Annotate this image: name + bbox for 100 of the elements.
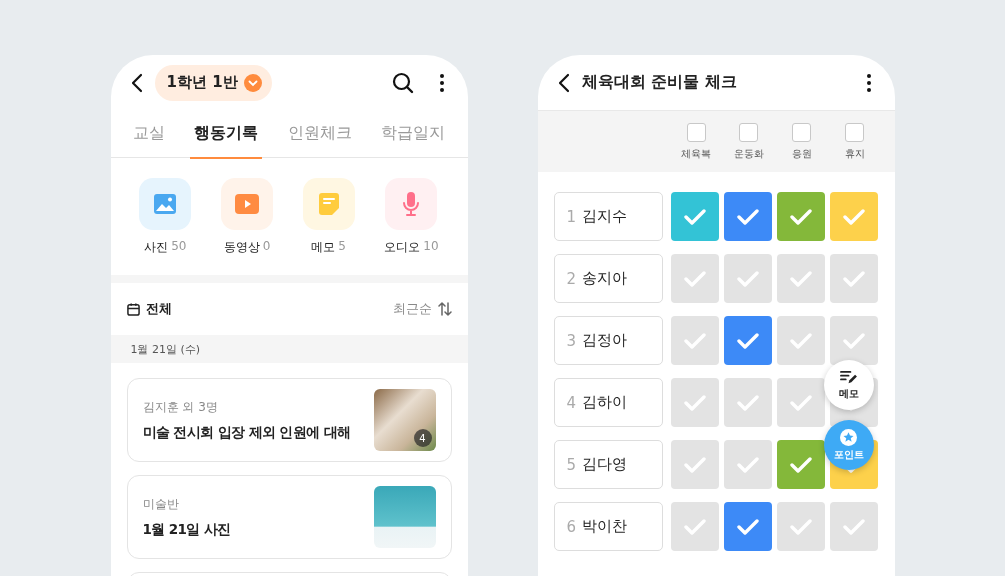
check-icon bbox=[736, 270, 759, 287]
more-icon[interactable] bbox=[439, 73, 444, 92]
check-cell[interactable] bbox=[829, 316, 878, 365]
media-tile[interactable] bbox=[221, 178, 273, 230]
student-name: 김정아 bbox=[582, 331, 628, 350]
column-label: 체육복 bbox=[681, 146, 712, 161]
student-number: 2 bbox=[566, 269, 577, 288]
check-icon bbox=[683, 518, 706, 535]
student-name: 김다영 bbox=[582, 455, 628, 474]
check-icon bbox=[789, 270, 812, 287]
check-cell[interactable] bbox=[723, 378, 772, 427]
check-cell[interactable] bbox=[776, 254, 825, 303]
check-icon bbox=[842, 208, 865, 225]
check-cell[interactable] bbox=[670, 254, 719, 303]
check-icon bbox=[789, 456, 812, 473]
check-cell[interactable] bbox=[829, 192, 878, 241]
check-icon bbox=[789, 208, 812, 225]
check-icon bbox=[736, 208, 759, 225]
class-selector[interactable]: 1학년 1반 bbox=[154, 64, 272, 101]
check-cell[interactable] bbox=[670, 378, 719, 427]
media-label: 오디오 bbox=[384, 239, 421, 256]
record-card[interactable]: 김지훈 외 3명 미술 전시회 입장 제외 인원에 대해 4 bbox=[126, 378, 452, 462]
media-count: 5 bbox=[338, 239, 346, 255]
check-icon bbox=[789, 394, 812, 411]
column-label: 응원 bbox=[791, 146, 812, 161]
check-cell[interactable] bbox=[776, 440, 825, 489]
check-cell[interactable] bbox=[776, 378, 825, 427]
student-number: 3 bbox=[566, 331, 577, 350]
student-number: 4 bbox=[566, 393, 577, 412]
check-icon bbox=[683, 456, 706, 473]
pencil-lines-icon bbox=[840, 369, 857, 385]
column-label: 운동화 bbox=[733, 146, 764, 161]
caret-icon bbox=[243, 73, 262, 92]
check-cell[interactable] bbox=[723, 502, 772, 551]
check-icon bbox=[789, 332, 812, 349]
photo-placeholder bbox=[373, 486, 436, 548]
back-icon[interactable] bbox=[130, 72, 143, 93]
search-icon[interactable] bbox=[391, 71, 414, 94]
microphone-icon bbox=[402, 192, 421, 216]
student-name-box[interactable]: 6 박이찬 bbox=[553, 502, 663, 551]
student-name: 송지아 bbox=[582, 269, 628, 288]
student-name-box[interactable]: 2 송지아 bbox=[553, 254, 663, 303]
more-icon[interactable] bbox=[866, 73, 871, 92]
check-cell[interactable] bbox=[776, 316, 825, 365]
column-checkbox[interactable] bbox=[686, 122, 706, 142]
check-icon bbox=[683, 270, 706, 287]
date-header: 1월 21일 (수) bbox=[130, 341, 201, 357]
check-cell[interactable] bbox=[670, 316, 719, 365]
student-number: 5 bbox=[566, 455, 577, 474]
check-cell[interactable] bbox=[670, 192, 719, 241]
back-icon[interactable] bbox=[557, 72, 570, 93]
check-icon bbox=[736, 518, 759, 535]
student-number: 6 bbox=[566, 517, 577, 536]
card-title: 미술 전시회 입장 제외 인원에 대해 bbox=[142, 423, 352, 442]
check-cell[interactable] bbox=[776, 502, 825, 551]
column-checkbox[interactable] bbox=[845, 122, 865, 142]
check-cell[interactable] bbox=[723, 440, 772, 489]
check-cell[interactable] bbox=[829, 502, 878, 551]
column-checkbox[interactable] bbox=[792, 122, 812, 142]
student-name: 김하이 bbox=[582, 393, 628, 412]
student-name-box[interactable]: 3 김정아 bbox=[553, 316, 663, 365]
media-tile[interactable] bbox=[139, 178, 192, 230]
filter-label[interactable]: 전체 bbox=[145, 300, 172, 318]
media-count: 0 bbox=[262, 239, 271, 255]
student-name: 김지수 bbox=[582, 207, 628, 226]
student-number: 1 bbox=[566, 207, 577, 226]
media-count: 50 bbox=[171, 239, 187, 255]
media-tile[interactable] bbox=[385, 178, 438, 230]
check-cell[interactable] bbox=[723, 254, 772, 303]
check-cell[interactable] bbox=[723, 192, 772, 241]
tab[interactable]: 행동기록 bbox=[190, 110, 263, 159]
check-cell[interactable] bbox=[829, 254, 878, 303]
check-icon bbox=[736, 332, 759, 349]
media-count: 10 bbox=[423, 239, 439, 255]
check-icon bbox=[683, 394, 706, 411]
image-icon bbox=[154, 194, 177, 214]
check-cell[interactable] bbox=[670, 502, 719, 551]
media-tile[interactable] bbox=[302, 178, 355, 230]
media-label: 동영상 bbox=[223, 239, 260, 256]
play-icon bbox=[235, 194, 259, 214]
check-cell[interactable] bbox=[776, 192, 825, 241]
student-name-box[interactable]: 5 김다영 bbox=[553, 440, 663, 489]
media-label: 사진 bbox=[144, 239, 169, 256]
check-icon bbox=[683, 208, 706, 225]
student-name-box[interactable]: 1 김지수 bbox=[553, 192, 663, 241]
screen-title: 체육대회 준비물 체크 bbox=[581, 72, 737, 93]
check-icon bbox=[683, 332, 706, 349]
sort-label[interactable]: 최근순 bbox=[392, 300, 432, 318]
sort-icon[interactable] bbox=[437, 302, 452, 316]
check-icon bbox=[789, 518, 812, 535]
student-name: 박이찬 bbox=[582, 517, 628, 536]
calendar-icon bbox=[126, 302, 140, 316]
record-card[interactable]: 미술반 1월 21일 사진 bbox=[126, 475, 452, 559]
student-name-box[interactable]: 4 김하이 bbox=[553, 378, 663, 427]
card-meta: 미술반 bbox=[142, 495, 180, 513]
column-checkbox[interactable] bbox=[739, 122, 759, 142]
check-cell[interactable] bbox=[723, 316, 772, 365]
check-cell[interactable] bbox=[670, 440, 719, 489]
check-icon bbox=[736, 394, 759, 411]
photo-placeholder bbox=[373, 389, 436, 451]
